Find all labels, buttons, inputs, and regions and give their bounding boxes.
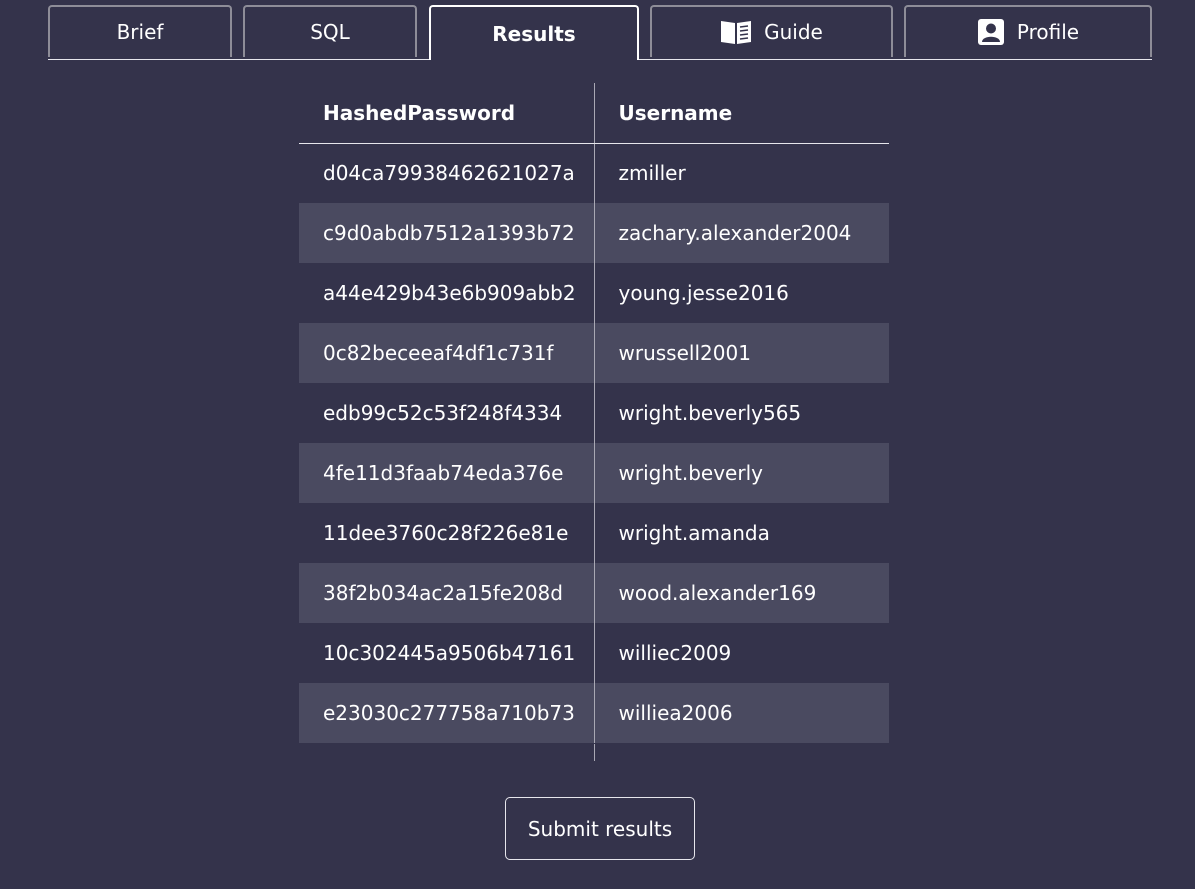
table-row: d04ca79938462621027a zmiller bbox=[299, 143, 889, 203]
username-cell: zachary.alexander2004 bbox=[594, 203, 889, 263]
table-row: c9d0abdb7512a1393b72 zachary.alexander200… bbox=[299, 203, 889, 263]
tab-sql[interactable]: SQL bbox=[243, 5, 417, 57]
table-row: 10c302445a9506b47161 williec2009 bbox=[299, 623, 889, 683]
hashed-password-cell: 11dee3760c28f226e81e bbox=[299, 503, 595, 563]
table-row: edb99c52c53f248f4334 wright.beverly565 bbox=[299, 383, 889, 443]
tab-bar: Brief SQL Results Guide Profile bbox=[48, 5, 1152, 60]
username-cell: young.jesse2016 bbox=[618, 281, 789, 305]
column-header-username: Username bbox=[594, 83, 889, 144]
hashed-password-cell: a44e429b43e6b909abb2 bbox=[299, 263, 595, 323]
tab-guide[interactable]: Guide bbox=[650, 5, 893, 57]
table-row: 0c82beceeaf4df1c731f wrussell2001 bbox=[299, 323, 889, 383]
tab-label: SQL bbox=[310, 20, 350, 44]
username-cell: zmiller bbox=[618, 161, 686, 186]
book-icon bbox=[720, 19, 752, 45]
column-divider bbox=[594, 744, 595, 761]
hashed-password-cell: d04ca79938462621027a bbox=[299, 143, 595, 203]
username-cell: wrussell2001 bbox=[594, 323, 889, 383]
table-header-row: HashedPassword Username bbox=[299, 83, 889, 144]
hashed-password-cell: 4fe11d3faab74eda376e bbox=[299, 443, 595, 503]
table-row: 4fe11d3faab74eda376e wright.beverly bbox=[299, 443, 889, 503]
tab-label: Results bbox=[492, 21, 576, 46]
results-table: HashedPassword Username d04ca79938462621… bbox=[299, 83, 889, 743]
username-cell: wright.beverly565 bbox=[618, 401, 802, 425]
tab-label: Brief bbox=[116, 20, 164, 44]
submit-results-button[interactable]: Submit results bbox=[505, 797, 695, 860]
table-row: a44e429b43e6b909abb2 young.jesse2016 bbox=[299, 263, 889, 323]
tab-profile[interactable]: Profile bbox=[904, 5, 1152, 57]
tab-brief[interactable]: Brief bbox=[48, 5, 232, 57]
hashed-password-cell: 0c82beceeaf4df1c731f bbox=[299, 323, 595, 383]
hashed-password-cell: e23030c277758a710b73 bbox=[299, 683, 595, 743]
table-row: 11dee3760c28f226e81e wright.amanda bbox=[299, 503, 889, 563]
username-cell: wright.amanda bbox=[618, 521, 770, 545]
username-cell: williea2006 bbox=[594, 683, 889, 743]
hashed-password-cell: edb99c52c53f248f4334 bbox=[299, 383, 595, 443]
user-card-icon bbox=[977, 18, 1005, 46]
tab-label: Guide bbox=[764, 20, 823, 44]
username-cell: wood.alexander169 bbox=[594, 563, 889, 623]
tab-results[interactable]: Results bbox=[429, 5, 639, 60]
column-header-hashed-password: HashedPassword bbox=[299, 83, 595, 144]
username-cell: williec2009 bbox=[618, 641, 732, 665]
tab-label: Profile bbox=[1016, 20, 1080, 44]
table-row: e23030c277758a710b73 williea2006 bbox=[299, 683, 889, 743]
username-cell: wright.beverly bbox=[594, 443, 889, 503]
hashed-password-cell: c9d0abdb7512a1393b72 bbox=[299, 203, 595, 263]
hashed-password-cell: 10c302445a9506b47161 bbox=[299, 623, 595, 683]
hashed-password-cell: 38f2b034ac2a15fe208d bbox=[299, 563, 595, 623]
table-row: 38f2b034ac2a15fe208d wood.alexander169 bbox=[299, 563, 889, 623]
